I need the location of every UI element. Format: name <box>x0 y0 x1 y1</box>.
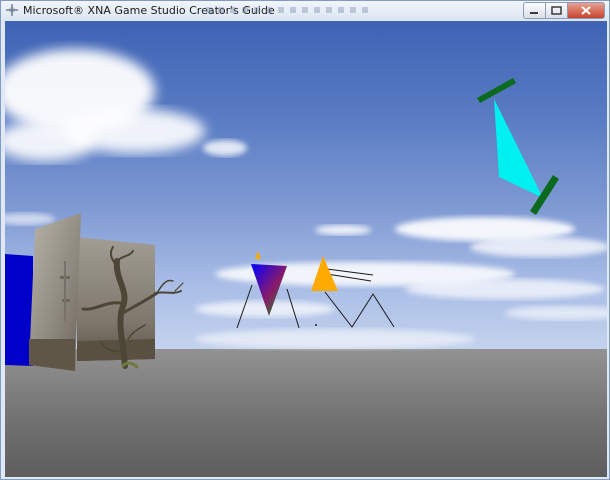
title-bar[interactable]: Microsoft® XNA Game Studio Creator's Gui… <box>1 1 609 20</box>
green-bar-top <box>477 78 516 103</box>
ground-texture <box>5 349 607 477</box>
app-icon[interactable] <box>5 3 19 17</box>
game-viewport[interactable] <box>5 21 607 477</box>
small-dot <box>315 324 317 326</box>
small-orange-marker <box>255 251 261 259</box>
close-button[interactable] <box>567 2 605 19</box>
window-controls <box>523 2 605 19</box>
blue-wall <box>5 254 33 366</box>
cyan-triangle <box>494 99 543 198</box>
minimize-icon <box>530 12 538 14</box>
maximize-icon <box>551 6 562 15</box>
title-bar-reflection <box>206 3 506 17</box>
stone-walls <box>29 213 155 371</box>
app-window: Microsoft® XNA Game Studio Creator's Gui… <box>0 0 610 480</box>
scene-render <box>5 49 607 477</box>
minimize-button[interactable] <box>523 2 545 19</box>
close-icon <box>581 6 591 15</box>
maximize-button[interactable] <box>545 2 567 19</box>
line-strip-right <box>324 291 395 328</box>
